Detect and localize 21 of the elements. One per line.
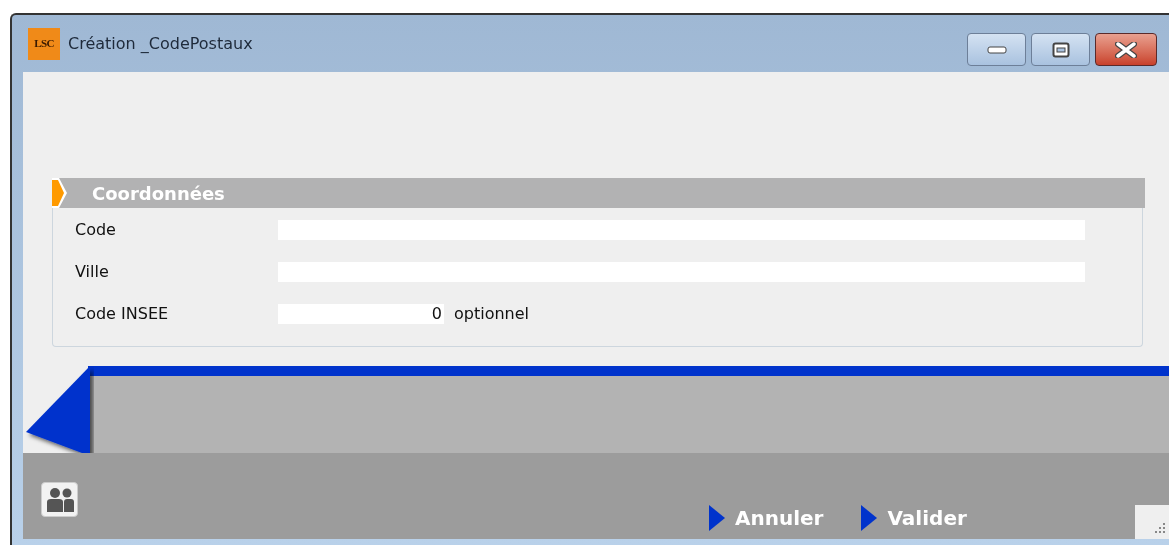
field-label: Code	[74, 218, 117, 241]
users-button[interactable]	[41, 482, 78, 517]
play-icon	[861, 505, 878, 531]
action-button[interactable]: Annuler	[709, 503, 824, 533]
chevron-icon	[52, 178, 68, 208]
play-icon	[709, 505, 725, 531]
maximize-icon	[1051, 41, 1070, 58]
field-label: Ville	[74, 260, 110, 283]
window-title: Création _CodePostaux	[68, 32, 253, 55]
close-icon	[1115, 41, 1137, 58]
field-label: Code INSEE	[74, 302, 170, 325]
section-title: Coordonnées	[92, 181, 225, 206]
minimize-button[interactable]	[967, 33, 1026, 66]
app-icon: LSC	[28, 27, 60, 60]
close-button[interactable]	[1095, 33, 1157, 66]
input-field[interactable]: 0	[278, 303, 444, 324]
hint-text: optionnel	[454, 302, 530, 325]
resize-grip-icon	[1135, 505, 1169, 539]
minimize-icon	[986, 45, 1007, 54]
action-button[interactable]: Valider	[861, 503, 967, 533]
maximize-button[interactable]	[1031, 33, 1090, 66]
